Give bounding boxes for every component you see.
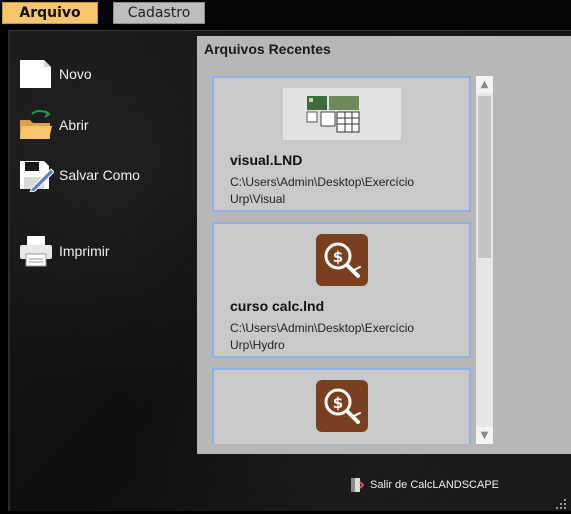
tab-arquivo[interactable]: Arquivo — [2, 2, 98, 24]
svg-text:$: $ — [332, 394, 342, 412]
abrir-label: Abrir — [59, 117, 89, 133]
open-folder-icon — [18, 108, 54, 142]
scroll-thumb[interactable] — [478, 96, 491, 258]
recent-file-item[interactable]: visual.LND C:\Users\Admin\Desktop\Exercí… — [212, 76, 471, 212]
scroll-up-button[interactable]: ▲ — [476, 76, 493, 93]
svg-text:$: $ — [332, 248, 342, 266]
exit-label: Salir de CalcLANDSCAPE — [370, 479, 499, 491]
calc-icon: $ — [315, 380, 368, 432]
resize-grip-icon[interactable] — [555, 495, 567, 509]
chevron-down-icon: ▼ — [480, 430, 489, 441]
recent-files-list: visual.LND C:\Users\Admin\Desktop\Exercí… — [212, 76, 475, 444]
chevron-up-icon: ▲ — [480, 79, 489, 90]
novo-label: Novo — [59, 66, 92, 82]
save-as-icon — [18, 158, 55, 193]
printer-icon — [18, 234, 54, 268]
abrir-command[interactable]: Abrir — [18, 108, 89, 142]
salvar-como-label: Salvar Como — [59, 167, 140, 183]
novo-command[interactable]: Novo — [18, 57, 92, 91]
ribbon-tab-bar: Arquivo Cadastro — [0, 0, 571, 26]
exit-door-icon — [348, 477, 365, 493]
tab-cadastro[interactable]: Cadastro — [113, 2, 205, 24]
landscape-preview-thumbnail — [282, 88, 401, 140]
divider — [8, 31, 10, 511]
imprimir-label: Imprimir — [59, 243, 110, 259]
recent-file-path: C:\Users\Admin\Desktop\Exercício Urp\Hyd… — [230, 321, 415, 352]
new-document-icon — [18, 57, 54, 91]
recent-files-scrollbar[interactable]: ▲ ▼ — [476, 76, 493, 444]
salvar-como-command[interactable]: Salvar Como — [18, 158, 140, 193]
imprimir-command[interactable]: Imprimir — [18, 234, 110, 268]
recent-file-item[interactable]: $ curso calc.lnd C:\Users\Admin\Desktop\… — [212, 222, 471, 358]
recent-file-item[interactable]: $ — [212, 368, 471, 444]
recent-file-path: C:\Users\Admin\Desktop\Exercício Urp\Vis… — [230, 175, 415, 206]
recent-files-title: Arquivos Recentes — [204, 41, 331, 57]
scroll-down-button[interactable]: ▼ — [476, 427, 493, 444]
calc-icon: $ — [315, 234, 368, 286]
exit-button[interactable]: Salir de CalcLANDSCAPE — [348, 477, 499, 493]
recent-files-panel: Arquivos Recentes visual.LND C:\Users\Ad… — [197, 36, 571, 454]
recent-file-name: curso calc.lnd — [230, 298, 325, 314]
recent-file-name: visual.LND — [230, 152, 303, 168]
backstage-menu: Novo Abrir Salvar Como Imprimir Arquivos… — [8, 30, 571, 511]
